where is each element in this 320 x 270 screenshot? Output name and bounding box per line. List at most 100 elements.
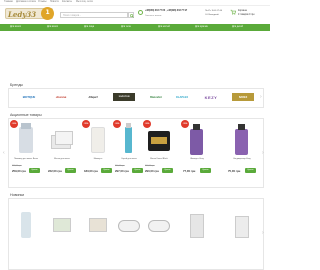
buy-button[interactable]: Купить: [162, 168, 173, 173]
old-price: 288,00 грн: [12, 165, 22, 167]
brand-logo-7[interactable]: KEZY: [200, 93, 222, 101]
buy-button[interactable]: Купить: [132, 168, 143, 173]
brand-logo-2[interactable]: Joanna: [50, 93, 72, 101]
sale-title: Акционные товары: [10, 113, 42, 117]
product-image[interactable]: [229, 123, 255, 155]
new-title: Новинки: [10, 193, 25, 197]
top-link-home[interactable]: Главная: [4, 1, 13, 3]
product-card[interactable]: -15% Шампунь Kezy 77,00 грн Купить: [181, 118, 213, 182]
buy-button[interactable]: Купить: [245, 168, 256, 173]
new-product-card[interactable]: [181, 203, 213, 243]
product-image[interactable]: [85, 208, 111, 238]
site-logo[interactable]: Ledy33 1: [5, 7, 54, 20]
buy-button[interactable]: Купить: [101, 168, 112, 173]
new-product-card[interactable]: [10, 203, 42, 243]
product-card[interactable]: Кондиционер Kezy 75,00 грн Купить: [226, 118, 258, 182]
product-image[interactable]: [146, 208, 172, 238]
product-name[interactable]: Шампунь Kezy: [182, 158, 212, 160]
discount-badge: -10%: [10, 120, 18, 128]
product-image[interactable]: [13, 208, 39, 238]
search-input[interactable]: Поиск товаров...: [60, 12, 128, 18]
product-name[interactable]: Кондиционер Kezy: [227, 158, 257, 160]
product-name[interactable]: Спрей для волос: [114, 158, 144, 160]
product-card[interactable]: -10% Полимер для волос Barex 288,00 грн …: [10, 118, 42, 182]
product-image[interactable]: [116, 123, 142, 155]
nav-item-5[interactable]: Для ногтей: [158, 26, 170, 28]
discount-badge: -15%: [181, 120, 189, 128]
product-name[interactable]: Полимер для волос Barex: [11, 158, 41, 160]
top-link-news[interactable]: Новости: [50, 1, 59, 3]
new-product-card[interactable]: [226, 203, 258, 243]
product-price: 222,00 грн: [48, 169, 62, 173]
callback-link[interactable]: Заказать звонок: [145, 15, 161, 17]
working-hours-weekend: Сб Выходной: [205, 13, 219, 16]
nav-item-2[interactable]: Для волос: [47, 26, 58, 28]
old-price: 330,00 грн: [115, 165, 125, 167]
brand-logo-8[interactable]: BAREX: [232, 93, 254, 101]
old-price: 322,00 грн: [145, 165, 155, 167]
product-name[interactable]: Маска для волос: [47, 158, 77, 160]
brands-next-arrow-icon[interactable]: ›: [260, 94, 262, 100]
top-links-bar: Главная Доставка и оплата Отзывы Новости…: [0, 0, 270, 6]
discount-badge: -10%: [113, 120, 121, 128]
product-image[interactable]: [184, 208, 210, 238]
brand-logo-1[interactable]: BIOTIQUE: [18, 93, 40, 101]
main-nav: Для волос Для волос Для лица Для тела Дл…: [0, 24, 270, 31]
brand-logo-3[interactable]: Alfaparf: [82, 93, 104, 101]
sale-prev-arrow-icon[interactable]: ‹: [3, 150, 5, 156]
brands-box: [8, 88, 264, 108]
product-image[interactable]: [116, 208, 142, 238]
brand-logo-5[interactable]: Blancafort: [145, 93, 167, 101]
product-name[interactable]: Маска Kaaral Black: [144, 158, 174, 160]
phone-icon: [138, 10, 143, 15]
product-price: 290,00 грн: [145, 169, 159, 173]
new-next-arrow-icon[interactable]: ›: [262, 230, 264, 236]
nav-item-7[interactable]: Для детей: [232, 26, 243, 28]
nav-item-6[interactable]: Для мужчин: [195, 26, 208, 28]
product-price: 77,00 грн: [183, 169, 196, 173]
logo-text: Ledy33: [8, 10, 37, 19]
cart-label[interactable]: Корзина: [238, 10, 247, 12]
discount-badge: -15%: [82, 120, 90, 128]
new-product-card[interactable]: [143, 203, 175, 243]
new-product-card[interactable]: [46, 203, 78, 243]
brands-title: Бренды: [10, 83, 24, 87]
product-card[interactable]: -10% Спрей для волос 330,00 грн 297,00 г…: [113, 118, 145, 182]
product-card[interactable]: -10% Маска Kaaral Black 322,00 грн 290,0…: [143, 118, 175, 182]
nav-item-3[interactable]: Для лица: [84, 26, 94, 28]
buy-button[interactable]: Купить: [200, 168, 211, 173]
product-image[interactable]: [85, 123, 111, 155]
top-link-reviews[interactable]: Отзывы: [38, 1, 46, 3]
search-icon: [129, 13, 134, 18]
new-product-card[interactable]: [82, 203, 114, 243]
discount-badge: -10%: [143, 120, 151, 128]
product-image[interactable]: [184, 123, 210, 155]
product-card[interactable]: -15% Шампунь 183,00 грн Купить: [82, 118, 114, 182]
product-image[interactable]: [146, 123, 172, 155]
product-image[interactable]: [49, 123, 75, 155]
product-name[interactable]: Шампунь: [83, 158, 113, 160]
search-placeholder: Поиск товаров...: [63, 14, 82, 17]
top-link-contacts[interactable]: Контакты: [62, 1, 72, 3]
product-price: 259,00 грн: [12, 169, 26, 173]
top-link-social[interactable]: Мы в соц. сетях: [76, 1, 93, 3]
product-price: 297,00 грн: [115, 169, 129, 173]
cart-sum: 0 товаров 0 грн: [238, 14, 255, 16]
product-image[interactable]: [49, 208, 75, 238]
phone-numbers[interactable]: +38(066) 003 77 80 , +38(096) 003 77 97: [145, 10, 187, 12]
buy-button[interactable]: Купить: [65, 168, 76, 173]
brand-logo-4[interactable]: ЗОЛОТОЙ: [113, 93, 135, 101]
nav-item-1[interactable]: Для волос: [10, 26, 21, 28]
sale-next-arrow-icon[interactable]: ›: [262, 150, 264, 156]
product-card[interactable]: Маска для волос 222,00 грн Купить: [46, 118, 78, 182]
product-image[interactable]: [229, 208, 255, 238]
new-product-card[interactable]: [113, 203, 145, 243]
nav-item-4[interactable]: Для тела: [121, 26, 131, 28]
brand-logo-6[interactable]: OLAPLEX: [170, 93, 194, 101]
product-price: 75,00 грн: [228, 169, 241, 173]
top-link-delivery[interactable]: Доставка и оплата: [16, 1, 36, 3]
product-image[interactable]: [13, 123, 39, 155]
cart-icon[interactable]: [230, 9, 236, 15]
buy-button[interactable]: Купить: [29, 168, 40, 173]
search-button[interactable]: [128, 12, 134, 18]
